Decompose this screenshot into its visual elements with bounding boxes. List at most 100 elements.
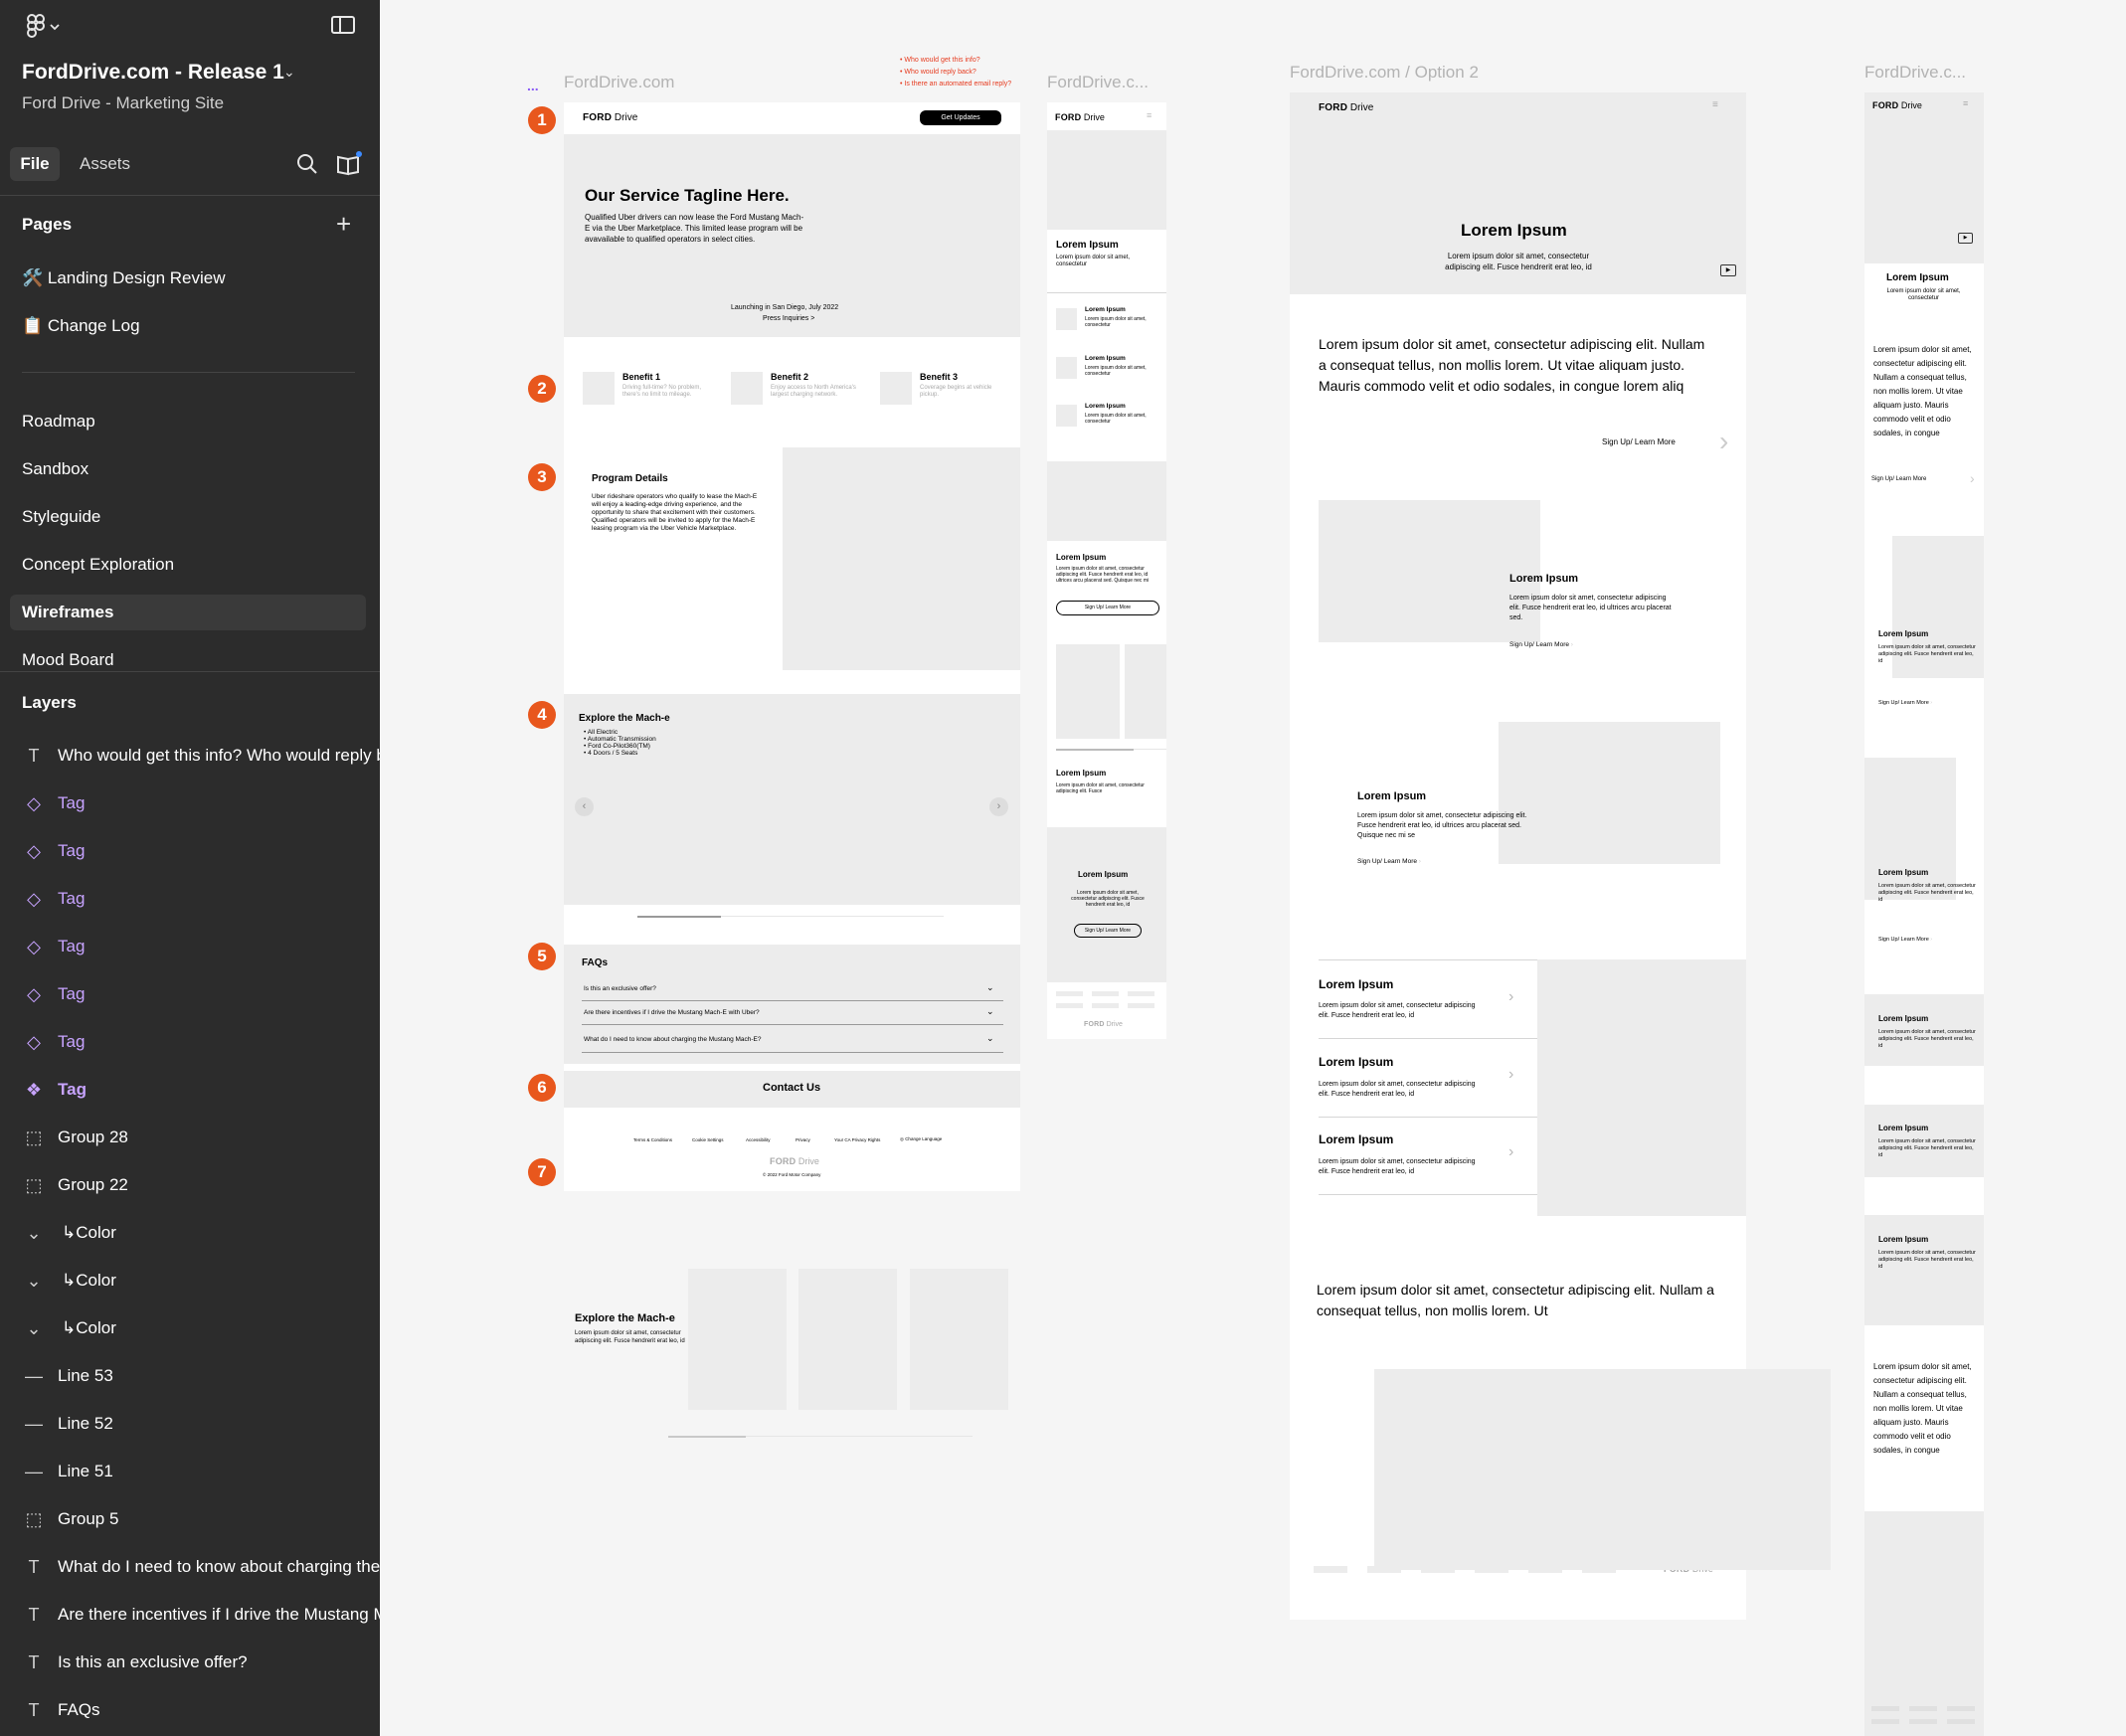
launch-line: Launching in San Diego, July 2022 <box>731 304 839 311</box>
section-marker[interactable]: 3 <box>528 463 556 491</box>
layer-item[interactable]: T What do I need to know about charging t… <box>0 1553 381 1583</box>
play-video-icon[interactable]: ▶ <box>1720 264 1736 276</box>
footer-link[interactable]: Your CA Privacy Rights <box>834 1137 880 1142</box>
mobile-cta-button[interactable]: Sign Up/ Learn More <box>1074 924 1142 938</box>
add-page-icon[interactable]: + <box>336 209 351 240</box>
get-updates-button[interactable]: Get Updates <box>920 110 1001 125</box>
change-language-link[interactable]: ◎ Change Language <box>900 1136 942 1142</box>
chevron-right-icon[interactable]: › <box>1508 1143 1513 1161</box>
layer-label: Group 28 <box>58 1128 128 1146</box>
mobile-frame[interactable]: FORD Drive ≡ Lorem Ipsum Lorem ipsum dol… <box>1047 102 1166 1039</box>
footer-link[interactable]: Terms & Conditions <box>633 1137 672 1142</box>
frame-label-option2[interactable]: FordDrive.com / Option 2 <box>1290 63 1479 83</box>
faq-question[interactable]: Is this an exclusive offer? <box>584 985 656 992</box>
chevron-right-icon[interactable]: › <box>1508 1066 1513 1084</box>
press-inquiries-link[interactable]: Press Inquiries > <box>763 315 814 322</box>
explore-section <box>564 694 1020 905</box>
chevron-down-icon[interactable]: ⌄ <box>986 1033 994 1044</box>
page-wireframes[interactable]: Wireframes <box>22 603 113 622</box>
layer-item[interactable]: ◇ Tag <box>0 789 380 819</box>
section-marker[interactable]: 7 <box>528 1158 556 1186</box>
desktop-frame[interactable]: FORD Drive Get Updates Our Service Tagli… <box>564 102 1020 1191</box>
page-concept-exploration[interactable]: Concept Exploration <box>22 555 174 575</box>
page-landing-design-review[interactable]: 🛠️ Landing Design Review <box>22 268 226 288</box>
text-icon: T <box>28 746 40 766</box>
option2-mobile-card-link[interactable]: Sign Up/ Learn More › <box>1878 937 1932 943</box>
chevron-right-icon[interactable]: › <box>1719 426 1728 457</box>
frame-label-option2-mobile[interactable]: FordDrive.c... <box>1864 63 1966 83</box>
footer-link[interactable]: Cookie Settings <box>692 1137 724 1142</box>
page-mood-board[interactable]: Mood Board <box>22 650 114 670</box>
play-video-icon[interactable]: ▶ <box>1958 233 1973 244</box>
option2-intro-link[interactable]: Sign Up/ Learn More <box>1602 437 1676 446</box>
chevron-down-icon[interactable]: ⌄ <box>986 1006 994 1017</box>
library-icon[interactable] <box>336 151 362 177</box>
chevron-right-icon[interactable]: › <box>1970 470 1975 486</box>
page-change-log[interactable]: 📋 Change Log <box>22 316 140 336</box>
option2-feature-link[interactable]: Sign Up/ Learn More › <box>1357 858 1421 865</box>
chevron-down-icon[interactable]: ⌄ <box>986 982 994 993</box>
section-marker[interactable]: 5 <box>528 943 556 970</box>
option2-mobile-link[interactable]: Sign Up/ Learn More <box>1871 476 1926 482</box>
page-styleguide[interactable]: Styleguide <box>22 507 100 527</box>
tab-assets[interactable]: Assets <box>80 147 130 181</box>
layer-item[interactable]: ❖ Tag <box>0 1076 380 1106</box>
layer-item[interactable]: T Who would get this info? Who would repl… <box>0 742 381 772</box>
section-marker[interactable]: 4 <box>528 701 556 729</box>
hamburger-icon[interactable]: ≡ <box>1147 110 1152 120</box>
contact-us[interactable]: Contact Us <box>763 1082 820 1094</box>
layer-label: FAQs <box>58 1700 100 1719</box>
hamburger-icon[interactable]: ≡ <box>1712 99 1718 110</box>
search-icon[interactable] <box>296 153 318 175</box>
layer-item[interactable]: — Line 53 <box>0 1362 380 1392</box>
layer-item[interactable]: ◇ Tag <box>0 837 380 867</box>
project-title[interactable]: FordDrive.com - Release 1 <box>22 61 284 85</box>
option2-feature-body: Lorem ipsum dolor sit amet, consectetur … <box>1509 595 1672 621</box>
layer-item[interactable]: T Is this an exclusive offer? <box>0 1649 380 1678</box>
text-icon: T <box>28 1557 40 1577</box>
layer-item[interactable]: ◇ Tag <box>0 980 380 1010</box>
layer-item[interactable]: ⬚ Group 5 <box>0 1505 380 1535</box>
chevron-right-icon[interactable]: › <box>1508 988 1513 1006</box>
page-sandbox[interactable]: Sandbox <box>22 459 89 479</box>
option2-feature-image <box>1499 722 1720 864</box>
mobile-section-body: Lorem ipsum dolor sit amet, consectetur … <box>1056 566 1150 584</box>
layer-item[interactable]: ◇ Tag <box>0 885 380 915</box>
footer-link-placeholder <box>1947 1706 1975 1711</box>
layer-item[interactable]: — Line 51 <box>0 1458 380 1487</box>
section-marker[interactable]: 2 <box>528 375 556 403</box>
frame-label-desktop[interactable]: FordDrive.com <box>564 73 674 92</box>
carousel-prev-icon[interactable]: ‹ <box>575 797 594 816</box>
layer-item[interactable]: ◇ Tag <box>0 933 380 962</box>
option2-mobile-frame[interactable]: FORD Drive ≡ ▶ Lorem Ipsum Lorem ipsum d… <box>1864 92 1984 1736</box>
layer-item[interactable]: ⬚ Group 22 <box>0 1171 380 1201</box>
layer-item[interactable]: ⌄ ↳Color <box>0 1267 380 1297</box>
footer-link[interactable]: Privacy <box>796 1137 810 1142</box>
layer-item[interactable]: ⌄ ↳Color <box>0 1314 380 1344</box>
page-roadmap[interactable]: Roadmap <box>22 412 95 432</box>
copyright: © 2022 Ford Motor Company <box>763 1172 821 1177</box>
mobile-signup-button[interactable]: Sign Up/ Learn More <box>1056 601 1159 615</box>
layer-item[interactable]: T Are there incentives if I drive the Mus… <box>0 1601 381 1631</box>
option2-mobile-card-link[interactable]: Sign Up/ Learn More › <box>1878 700 1932 706</box>
layer-item[interactable]: T FAQs <box>0 1696 380 1726</box>
faq-question[interactable]: What do I need to know about charging th… <box>584 1036 762 1043</box>
layer-item[interactable]: ◇ Tag <box>0 1028 380 1058</box>
frame-label-mobile[interactable]: FordDrive.c... <box>1047 73 1149 92</box>
section-marker[interactable]: 6 <box>528 1074 556 1102</box>
layer-item[interactable]: ⬚ Group 28 <box>0 1124 380 1153</box>
chevron-down-icon[interactable]: ⌄ <box>283 64 295 81</box>
tab-file[interactable]: File <box>10 147 60 181</box>
carousel-next-icon[interactable]: › <box>989 797 1008 816</box>
faq-question[interactable]: Are there incentives if I drive the Must… <box>584 1009 760 1016</box>
toggle-sidebar-icon[interactable] <box>331 16 355 34</box>
figma-menu-icon[interactable] <box>24 14 64 38</box>
hamburger-icon[interactable]: ≡ <box>1963 98 1968 108</box>
layer-item[interactable]: ⌄ ↳Color <box>0 1219 380 1249</box>
footer-link[interactable]: Accessibility <box>746 1137 771 1142</box>
design-canvas[interactable]: FordDrive.com ... FordDrive.c... FordDri… <box>380 0 2126 1736</box>
section-marker[interactable]: 1 <box>528 106 556 134</box>
layer-item[interactable]: — Line 52 <box>0 1410 380 1440</box>
option2-feature-link[interactable]: Sign Up/ Learn More › <box>1509 641 1573 648</box>
option2-mobile-card-body: Lorem ipsum dolor sit amet, consectetur … <box>1878 644 1976 664</box>
